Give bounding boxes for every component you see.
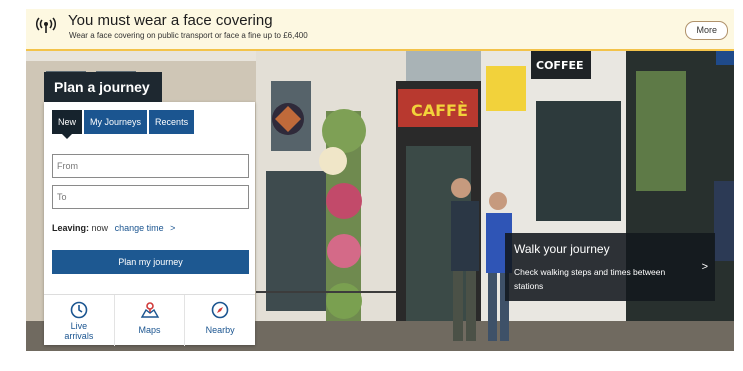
alert-more-button[interactable]: More [685, 21, 728, 40]
from-input[interactable]: From [52, 154, 249, 178]
tab-my-journeys[interactable]: My Journeys [84, 110, 148, 134]
page-bottom-strip [0, 351, 743, 371]
quick-link-label: Live arrivals [64, 321, 94, 341]
quick-link-label: Maps [138, 325, 161, 335]
svg-text:CAFFÈ: CAFFÈ [411, 101, 468, 120]
map-pin-icon [140, 302, 159, 318]
walk-card-title: Walk your journey [514, 242, 610, 256]
signal-broadcast-icon [36, 17, 56, 33]
quick-link-label: Nearby [205, 325, 235, 335]
compass-icon [211, 301, 229, 319]
walk-card-description: Check walking steps and times between st… [514, 267, 666, 291]
journey-tabs: New My Journeys Recents [52, 110, 195, 139]
leaving-label: Leaving: [52, 223, 90, 233]
change-time-link[interactable]: change time [115, 223, 164, 233]
quick-link-maps[interactable]: Maps [115, 295, 186, 346]
plan-my-journey-button[interactable]: Plan my journey [52, 250, 249, 274]
quick-link-nearby[interactable]: Nearby [185, 295, 255, 346]
alert-title: You must wear a face covering [68, 12, 273, 29]
quick-links: Live arrivals Maps Nearby [44, 294, 255, 346]
leaving-value: now [91, 223, 109, 233]
plan-journey-heading: Plan a journey [44, 72, 162, 102]
alert-banner: You must wear a face covering Wear a fac… [26, 9, 734, 51]
to-input[interactable]: To [52, 185, 249, 209]
quick-link-live-arrivals[interactable]: Live arrivals [44, 295, 115, 346]
clock-icon [70, 301, 88, 319]
chevron-right-icon[interactable]: > [170, 223, 175, 233]
chevron-right-icon[interactable]: > [702, 261, 708, 273]
coffee-sign: COFFEE [536, 59, 583, 72]
alert-subtitle: Wear a face covering on public transport… [69, 31, 308, 40]
tab-new[interactable]: New [52, 110, 83, 139]
tab-recents[interactable]: Recents [149, 110, 195, 134]
tfl-homepage: CAFFÈ COFFEE You must wear a face coveri… [0, 0, 743, 371]
leaving-row: Leaving: now change time > [52, 223, 175, 233]
walk-journey-card[interactable]: Walk your journey Check walking steps an… [505, 233, 715, 301]
plan-journey-panel: New My Journeys Recents From To Leaving:… [44, 102, 255, 346]
